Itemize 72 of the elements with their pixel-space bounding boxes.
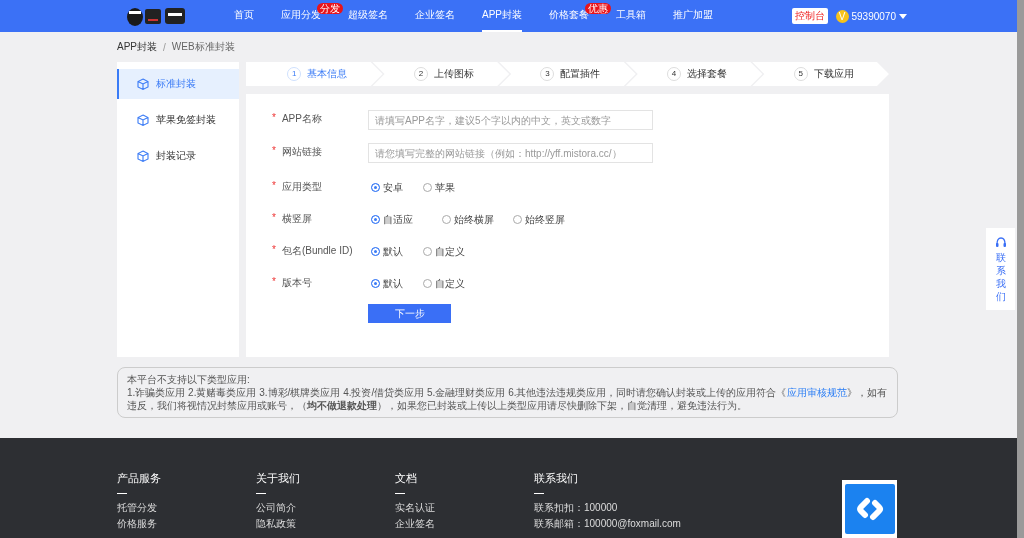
nav-link[interactable]: 推广加盟 (673, 0, 713, 32)
required-mark: * (272, 244, 276, 257)
nav-link[interactable]: APP封装 (482, 0, 522, 32)
footer-heading: 产品服务 (117, 471, 162, 485)
breadcrumb-item: WEB标准封装 (171, 40, 235, 54)
radio-option[interactable]: 安卓 (371, 177, 423, 195)
radio-option[interactable]: 自定义 (423, 273, 475, 291)
policy-link[interactable]: 应用审核规范 (786, 387, 847, 398)
next-button[interactable]: 下一步 (368, 304, 451, 323)
footer-link[interactable]: 企业签名 (395, 518, 534, 530)
radio-option[interactable]: 始终横屏 (442, 209, 513, 227)
footer-heading: 关于我们 (256, 471, 301, 485)
footer-link[interactable]: 托管分发 (117, 502, 256, 514)
account-id: 59390070 (851, 10, 896, 22)
breadcrumb-item[interactable]: APP封装 (117, 40, 157, 54)
radio-option[interactable]: 默认 (371, 273, 423, 291)
radio-option[interactable]: 默认 (371, 241, 423, 259)
radio-option[interactable]: 苹果 (423, 177, 475, 195)
sidebar-item[interactable]: 标准封装 (117, 69, 239, 99)
account-menu[interactable]: V 59390070 (835, 9, 907, 23)
scrollbar[interactable] (1017, 0, 1024, 538)
field-label: 网站链接 (281, 145, 322, 159)
sidebar-item[interactable]: 苹果免签封装 (117, 105, 239, 135)
field-label: APP名称 (281, 112, 322, 126)
radio-button[interactable] (442, 215, 451, 224)
cube-icon (137, 149, 149, 163)
required-mark: * (272, 276, 276, 289)
footer-link[interactable]: 实名认证 (395, 502, 534, 514)
required-mark: * (272, 145, 276, 158)
nav-link[interactable]: 企业签名 (415, 0, 455, 32)
contact-widget[interactable]: 联系我们 (986, 228, 1015, 310)
input-field[interactable]: 请填写APP名字，建议5个字以内的中文，英文或数字 (368, 110, 653, 130)
required-mark: * (272, 212, 276, 225)
headset-icon (994, 237, 1007, 248)
caret-icon (899, 13, 907, 19)
radio-button[interactable] (371, 215, 380, 224)
breadcrumb-separator: / (163, 41, 166, 53)
radio-button[interactable] (371, 279, 380, 288)
required-mark: * (272, 112, 276, 125)
radio-button[interactable] (423, 279, 432, 288)
footer-heading: 文档 (395, 471, 418, 485)
nav-link[interactable]: 工具箱 (616, 0, 646, 32)
field-label: 横竖屏 (281, 212, 312, 226)
vip-badge: V (835, 9, 849, 23)
cube-icon (137, 77, 149, 91)
radio-button[interactable] (371, 247, 380, 256)
radio-button[interactable] (513, 215, 522, 224)
radio-option[interactable]: 自定义 (423, 241, 475, 259)
footer-link[interactable]: 公司简介 (256, 502, 395, 514)
nav-link[interactable]: 超级签名 (348, 0, 388, 32)
sidebar-item[interactable]: 封装记录 (117, 141, 239, 171)
field-label: 包名(Bundle ID) (281, 244, 353, 258)
cube-icon (137, 113, 149, 127)
field-label: 应用类型 (281, 180, 322, 194)
required-mark: * (272, 180, 276, 193)
field-label: 版本号 (281, 276, 312, 290)
input-field[interactable]: 请您填写完整的网站链接（例如：http://yff.mistora.cc/） (368, 143, 653, 163)
footer-link[interactable]: 联系邮箱：100000@foxmail.com (534, 518, 681, 530)
nav-link[interactable]: 首页 (234, 0, 254, 32)
radio-button[interactable] (423, 183, 432, 192)
notice-text: 1.诈骗类应用 2.黄赌毒类应用 3.博彩/棋牌类应用 4.投资/借贷类应用 5.金融理财类应用 6.其他违法违规类应用，同时请您确认封装或上传的应用符合《应用审核规范》，如有违反，我们将视情况封禁应用或账号，（均不做退款处理），如果您已封装或上传以上类型应用请尽快删除下架，自觉清理，避免违法行为。 (127, 386, 888, 412)
footer-link[interactable]: 价格服务 (117, 518, 256, 530)
footer-heading: 联系我们 (534, 471, 579, 485)
console-button[interactable]: 控制台 (791, 8, 828, 24)
app-logo-icon (842, 480, 897, 538)
radio-option[interactable]: 自适应 (371, 209, 442, 227)
footer-link[interactable]: 联系扣扣：100000 (534, 502, 681, 514)
radio-option[interactable]: 始终竖屏 (513, 209, 584, 227)
notice-title: 本平台不支持以下类型应用: (127, 373, 251, 386)
radio-button[interactable] (371, 183, 380, 192)
footer-link[interactable]: 隐私政策 (256, 518, 395, 530)
radio-button[interactable] (423, 247, 432, 256)
